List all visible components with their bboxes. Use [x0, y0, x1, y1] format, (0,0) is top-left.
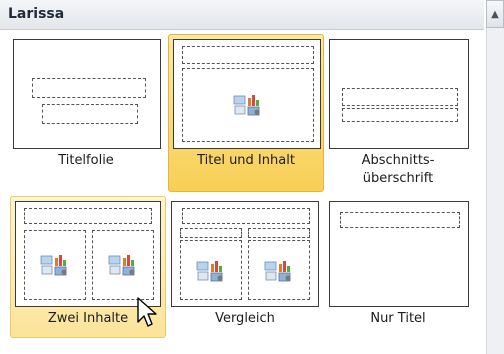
content-placeholder-left	[24, 230, 86, 300]
title-placeholder	[182, 46, 314, 64]
scroll-up-button[interactable]: ▲	[486, 0, 504, 28]
layout-label: Titel und Inhalt	[197, 153, 295, 168]
layout-thumbnail	[13, 39, 161, 149]
heading-placeholder-right	[248, 228, 310, 238]
layout-gallery: Larissa ▲ Titelfolie Titel und Inhalt Ab…	[0, 0, 504, 354]
scrollbar[interactable]	[486, 28, 504, 354]
layout-tile-titel-und-inhalt[interactable]: Titel und Inhalt	[168, 34, 324, 192]
layout-tile-vergleich[interactable]: Vergleich	[166, 196, 324, 338]
content-placeholder-right	[248, 240, 310, 300]
layout-tile-nur-titel[interactable]: Nur Titel	[324, 196, 472, 338]
layout-thumbnail	[171, 201, 319, 307]
content-placeholder-left	[180, 240, 242, 300]
layout-label: Titelfolie	[58, 153, 114, 168]
layout-thumbnail	[173, 39, 321, 149]
subtitle-placeholder	[42, 104, 138, 124]
title-placeholder	[182, 208, 310, 224]
insert-content-icon	[40, 255, 67, 276]
layout-tile-abschnittsueberschrift[interactable]: Abschnitts- überschrift	[324, 34, 472, 190]
heading-placeholder-left	[180, 228, 242, 238]
text-placeholder	[342, 108, 458, 122]
layout-thumbnail	[329, 39, 469, 149]
title-placeholder	[24, 208, 152, 224]
layout-label: Nur Titel	[370, 311, 426, 326]
layout-thumbnail	[15, 201, 161, 307]
layout-label-line2: überschrift	[362, 171, 434, 186]
insert-content-icon	[233, 95, 260, 116]
layout-thumbnail	[329, 201, 469, 307]
insert-content-icon	[196, 261, 223, 282]
triangle-up-icon: ▲	[491, 8, 499, 20]
layout-tile-titelfolie[interactable]: Titelfolie	[8, 34, 164, 186]
content-placeholder-right	[92, 230, 154, 300]
content-placeholder	[182, 68, 314, 142]
layout-label-line1: Abschnitts-	[361, 153, 435, 168]
layout-label: Vergleich	[215, 311, 275, 326]
gallery-section-header: Larissa	[0, 0, 484, 30]
title-placeholder	[342, 88, 458, 106]
title-placeholder	[32, 78, 146, 98]
mouse-cursor-icon	[137, 297, 157, 327]
section-title: Larissa	[8, 6, 65, 22]
title-placeholder	[340, 212, 460, 228]
insert-content-icon	[108, 255, 135, 276]
insert-content-icon	[264, 261, 291, 282]
